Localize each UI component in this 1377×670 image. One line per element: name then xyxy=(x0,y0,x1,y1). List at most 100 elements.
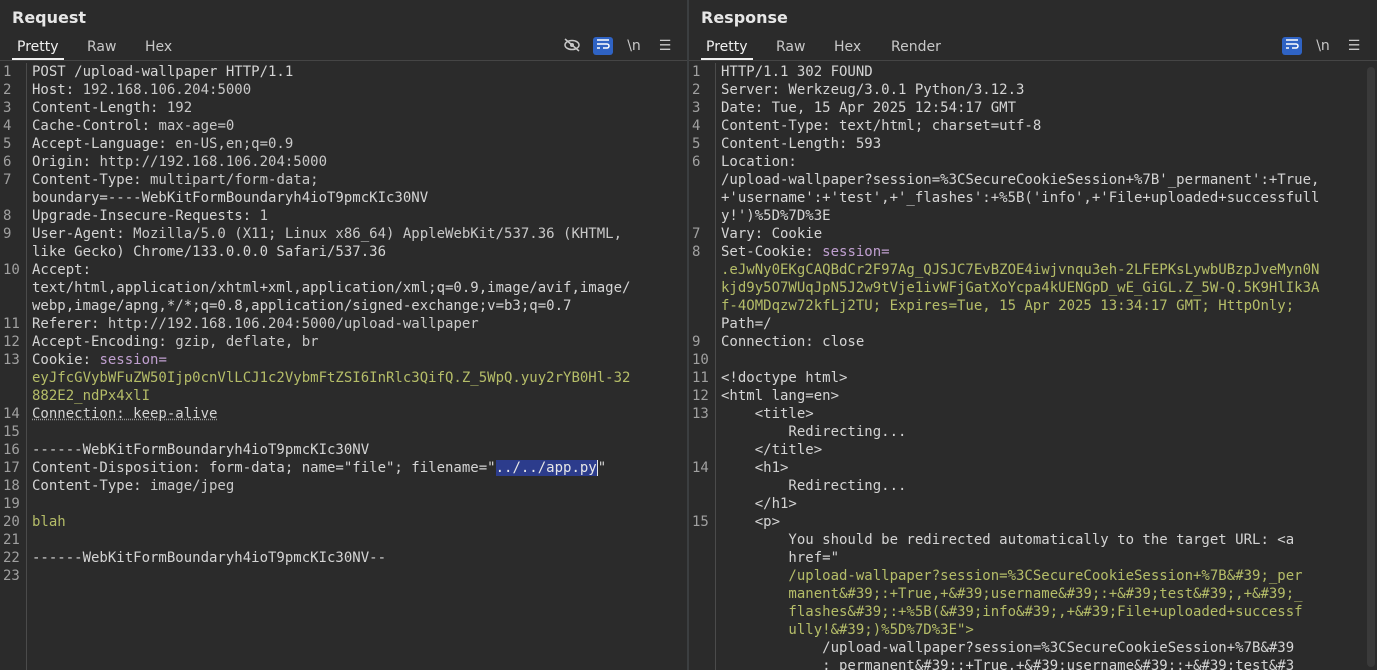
line-number: 13 xyxy=(3,352,20,368)
code-line[interactable]: text/html,application/xhtml+xml,applicat… xyxy=(0,279,687,297)
line-text: kjd9y5O7WUqJpN5J2w9tVje1ivWFjGatXoYcpa4k… xyxy=(721,280,1320,296)
code-line[interactable]: 8 Set-Cookie: session= xyxy=(689,243,1377,261)
code-line[interactable]: 2 Server: Werkzeug/3.0.1 Python/3.12.3 xyxy=(689,81,1377,99)
code-line[interactable]: 19 xyxy=(0,495,687,513)
line-number: 1 xyxy=(3,64,12,80)
code-line[interactable]: 16 ------WebKitFormBoundaryh4ioT9pmcKIc30… xyxy=(0,441,687,459)
tab-hex[interactable]: Hex xyxy=(829,36,866,60)
code-line[interactable]: /upload-wallpaper?session=%3CSecureCooki… xyxy=(689,567,1377,585)
scrollbar[interactable] xyxy=(1367,67,1375,667)
code-line[interactable]: .eJwNy0EKgCAQBdCr2F97Ag_QJSJC7EvBZOE4iwj… xyxy=(689,261,1377,279)
line-text: Redirecting... xyxy=(721,424,907,440)
code-line[interactable]: 9 User-Agent: Mozilla/5.0 (X11; Linux x86… xyxy=(0,225,687,243)
code-line[interactable]: 10 Accept: xyxy=(0,261,687,279)
code-line[interactable]: 2 Host: 192.168.106.204:5000 xyxy=(0,81,687,99)
menu-icon[interactable]: ☰ xyxy=(1344,37,1364,55)
code-line[interactable]: ;_permanent&#39;:+True,+&#39;username&#3… xyxy=(689,657,1377,670)
line-text: Content-Length: 593 xyxy=(721,136,882,152)
code-line[interactable]: f-4OMDqzw72kfLj2TU; Expires=Tue, 15 Apr … xyxy=(689,297,1377,315)
code-line[interactable]: eyJfcGVybWFuZW50Ijp0cnVlLCJ1c2VybmFtZSI6… xyxy=(0,369,687,387)
code-line[interactable]: 14 Connection: keep-alive xyxy=(0,405,687,423)
tab-hex[interactable]: Hex xyxy=(140,36,177,60)
code-line[interactable]: 4 Cache-Control: max-age=0 xyxy=(0,117,687,135)
code-line[interactable]: 9 Connection: close xyxy=(689,333,1377,351)
line-text: 882E2_ndPx4xlI xyxy=(32,388,151,404)
code-line[interactable]: 3 Date: Tue, 15 Apr 2025 12:54:17 GMT xyxy=(689,99,1377,117)
tab-pretty[interactable]: Pretty xyxy=(12,36,64,60)
code-line[interactable]: href=" xyxy=(689,549,1377,567)
menu-icon[interactable]: ☰ xyxy=(655,37,675,55)
line-text: <html lang=en> xyxy=(721,388,840,404)
line-text: text/html,application/xhtml+xml,applicat… xyxy=(32,280,631,296)
code-line[interactable]: 21 xyxy=(0,531,687,549)
code-line[interactable]: 18 Content-Type: image/jpeg xyxy=(0,477,687,495)
code-line[interactable]: 7 Content-Type: multipart/form-data; xyxy=(0,171,687,189)
line-text: Vary: Cookie xyxy=(721,226,823,242)
code-line[interactable]: ully!&#39;)%5D%7D%3E"> xyxy=(689,621,1377,639)
code-line[interactable]: You should be redirected automatically t… xyxy=(689,531,1377,549)
code-line[interactable]: 14 <h1> xyxy=(689,459,1377,477)
tab-render[interactable]: Render xyxy=(886,36,946,60)
code-line[interactable]: 8 Upgrade-Insecure-Requests: 1 xyxy=(0,207,687,225)
line-text: /upload-wallpaper?session=%3CSecureCooki… xyxy=(721,568,1303,584)
request-editor[interactable]: 1 POST /upload-wallpaper HTTP/1.1 2 Host: 1… xyxy=(0,63,687,670)
code-line[interactable]: 1 POST /upload-wallpaper HTTP/1.1 xyxy=(0,63,687,81)
code-line[interactable]: boundary=----WebKitFormBoundaryh4ioT9pmc… xyxy=(0,189,687,207)
code-line[interactable]: 882E2_ndPx4xlI xyxy=(0,387,687,405)
code-line[interactable]: 5 Accept-Language: en-US,en;q=0.9 xyxy=(0,135,687,153)
code-line[interactable]: y!')%5D%7D%3E xyxy=(689,207,1377,225)
code-line[interactable]: 3 Content-Length: 192 xyxy=(0,99,687,117)
code-line[interactable]: 6 Location: xyxy=(689,153,1377,171)
code-line[interactable]: 13 <title> xyxy=(689,405,1377,423)
code-line[interactable]: 13 Cookie: session= xyxy=(0,351,687,369)
wrap-icon[interactable] xyxy=(593,37,613,55)
line-text: href=" xyxy=(721,550,840,566)
newline-toggle[interactable]: \n xyxy=(624,37,644,55)
code-line[interactable]: 6 Origin: http://192.168.106.204:5000 xyxy=(0,153,687,171)
code-line[interactable]: 15 xyxy=(0,423,687,441)
code-line[interactable]: </title> xyxy=(689,441,1377,459)
line-text: +'username':+'test',+'_flashes':+%5B('in… xyxy=(721,190,1320,206)
wrap-icon[interactable] xyxy=(1282,37,1302,55)
line-number: 4 xyxy=(3,118,12,134)
code-line[interactable]: 5 Content-Length: 593 xyxy=(689,135,1377,153)
code-line[interactable]: 22 ------WebKitFormBoundaryh4ioT9pmcKIc30… xyxy=(0,549,687,567)
code-line[interactable]: 12 Accept-Encoding: gzip, deflate, br xyxy=(0,333,687,351)
response-editor[interactable]: 1 HTTP/1.1 302 FOUND 2 Server: Werkzeug/3.0… xyxy=(689,63,1377,670)
code-line[interactable]: 12 <html lang=en> xyxy=(689,387,1377,405)
code-line[interactable]: 7 Vary: Cookie xyxy=(689,225,1377,243)
tab-raw[interactable]: Raw xyxy=(771,36,810,60)
line-number: 15 xyxy=(692,514,709,530)
code-line[interactable]: 17 Content-Disposition: form-data; name="… xyxy=(0,459,687,477)
code-line[interactable]: kjd9y5O7WUqJpN5J2w9tVje1ivWFjGatXoYcpa4k… xyxy=(689,279,1377,297)
code-line[interactable]: Redirecting... xyxy=(689,423,1377,441)
line-text: Cookie: session= xyxy=(32,352,167,368)
code-line[interactable]: 15 <p> xyxy=(689,513,1377,531)
line-text: /upload-wallpaper?session=%3CSecureCooki… xyxy=(721,640,1295,656)
code-line[interactable]: /upload-wallpaper?session=%3CSecureCooki… xyxy=(689,171,1377,189)
code-line[interactable]: 4 Content-Type: text/html; charset=utf-8 xyxy=(689,117,1377,135)
line-text: Accept-Language: en-US,en;q=0.9 xyxy=(32,136,294,152)
newline-toggle[interactable]: \n xyxy=(1313,37,1333,55)
code-line[interactable]: 10 xyxy=(689,351,1377,369)
code-line[interactable]: </h1> xyxy=(689,495,1377,513)
line-number: 13 xyxy=(692,406,709,422)
hide-icon[interactable] xyxy=(562,37,582,55)
code-line[interactable]: Redirecting... xyxy=(689,477,1377,495)
code-line[interactable]: 11 <!doctype html> xyxy=(689,369,1377,387)
tab-raw[interactable]: Raw xyxy=(82,36,121,60)
line-number: 18 xyxy=(3,478,20,494)
code-line[interactable]: 1 HTTP/1.1 302 FOUND xyxy=(689,63,1377,81)
line-text: Accept: xyxy=(32,262,92,278)
code-line[interactable]: /upload-wallpaper?session=%3CSecureCooki… xyxy=(689,639,1377,657)
code-line[interactable]: Path=/ xyxy=(689,315,1377,333)
code-line[interactable]: flashes&#39;:+%5B(&#39;info&#39;,+&#39;F… xyxy=(689,603,1377,621)
code-line[interactable]: webp,image/apng,*/*;q=0.8,application/si… xyxy=(0,297,687,315)
code-line[interactable]: 11 Referer: http://192.168.106.204:5000/u… xyxy=(0,315,687,333)
code-line[interactable]: manent&#39;:+True,+&#39;username&#39;:+&… xyxy=(689,585,1377,603)
tab-pretty[interactable]: Pretty xyxy=(701,36,753,60)
code-line[interactable]: like Gecko) Chrome/133.0.0.0 Safari/537.… xyxy=(0,243,687,261)
code-line[interactable]: 23 xyxy=(0,567,687,585)
code-line[interactable]: +'username':+'test',+'_flashes':+%5B('in… xyxy=(689,189,1377,207)
code-line[interactable]: 20 blah xyxy=(0,513,687,531)
